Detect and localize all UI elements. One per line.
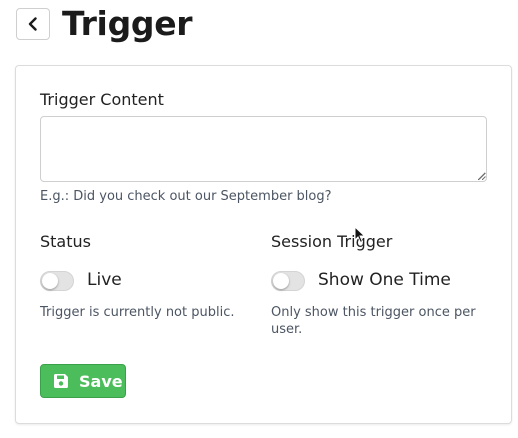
- session-trigger-help: Only show this trigger once per user.: [271, 305, 476, 337]
- status-help: Trigger is currently not public.: [40, 305, 235, 320]
- session-trigger-label: Session Trigger: [271, 232, 393, 251]
- show-one-time-label[interactable]: Show One Time: [318, 269, 451, 291]
- save-button[interactable]: Save: [40, 364, 126, 398]
- floppy-disk-icon: [54, 374, 68, 388]
- status-live-toggle[interactable]: [40, 271, 74, 291]
- status-label: Status: [40, 232, 91, 251]
- page-title: Trigger: [62, 4, 193, 43]
- trigger-form-card: Trigger Content E.g.: Did you check out …: [15, 65, 512, 424]
- save-button-label: Save: [79, 371, 123, 391]
- toggle-knob: [42, 273, 58, 289]
- status-live-label[interactable]: Live: [87, 269, 122, 291]
- trigger-content-textarea[interactable]: [40, 116, 487, 182]
- show-one-time-toggle[interactable]: [271, 271, 305, 291]
- trigger-content-help: E.g.: Did you check out our September bl…: [40, 189, 332, 204]
- trigger-page: Trigger Trigger Content E.g.: Did you ch…: [0, 0, 518, 438]
- chevron-left-icon: [28, 17, 37, 31]
- toggle-knob: [273, 273, 289, 289]
- trigger-content-label: Trigger Content: [40, 90, 164, 109]
- back-button[interactable]: [16, 8, 50, 40]
